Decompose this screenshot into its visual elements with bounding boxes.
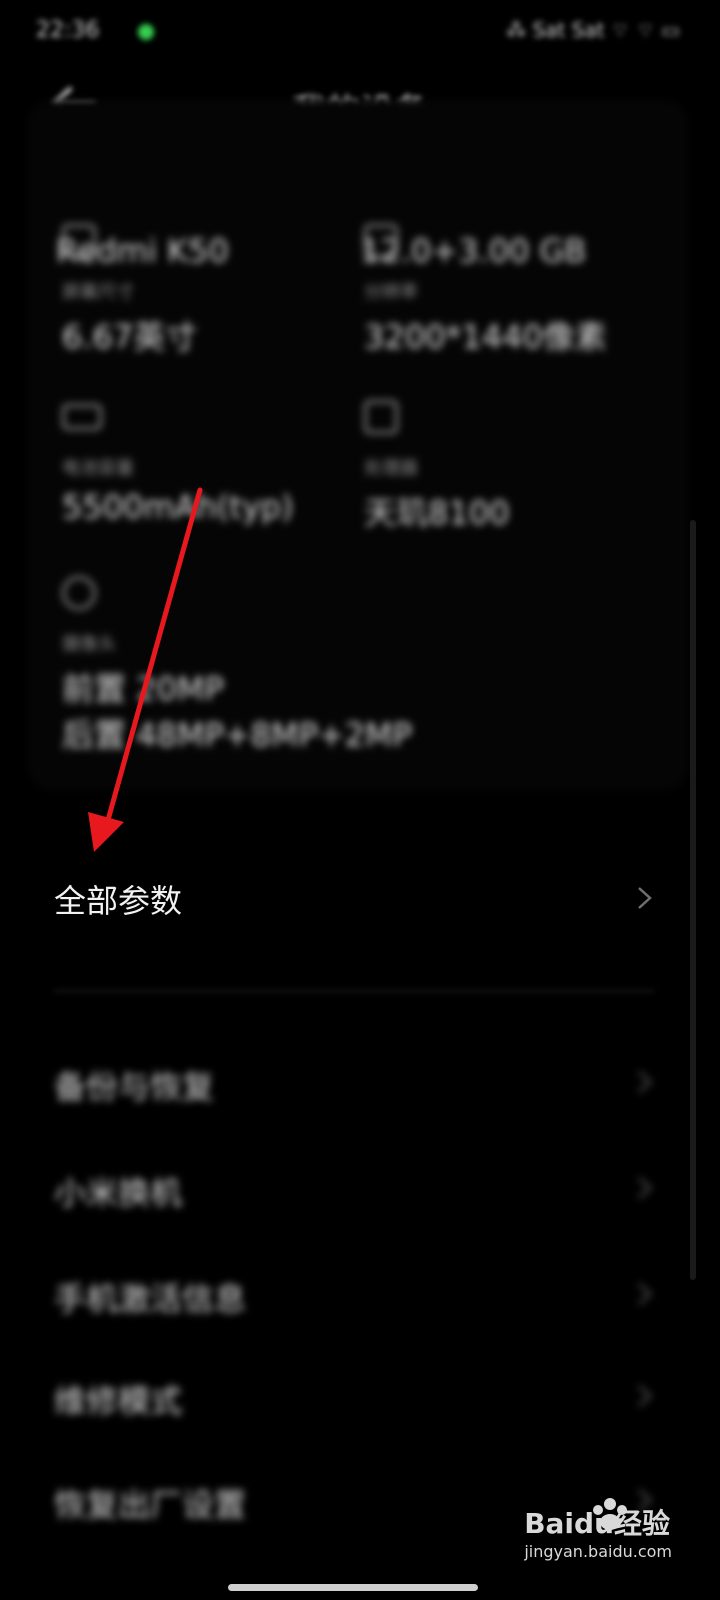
camera-front: 前置 20MP	[62, 670, 224, 708]
spec-value: 天玑8100	[364, 494, 510, 532]
watermark-url: jingyan.baidu.com	[524, 1542, 672, 1561]
chevron-right-icon	[638, 1283, 652, 1305]
chevron-right-icon	[638, 1385, 652, 1407]
menu-item-backup-restore[interactable]: 备份与恢复	[0, 1032, 720, 1132]
spec-label: 摄像头	[62, 634, 116, 655]
menu-item-label: 小米换机	[54, 1174, 183, 1212]
spec-label: 电池容量	[62, 458, 134, 479]
spec-value: 5500mAh(typ)	[62, 488, 294, 526]
scrollbar[interactable]	[690, 520, 696, 1280]
chevron-right-icon	[638, 887, 652, 909]
spec-value: 3200*1440像素	[364, 318, 607, 356]
watermark-brand: Baidu经验	[524, 1507, 670, 1540]
spec-label: 屏幕尺寸	[62, 282, 134, 303]
home-indicator[interactable]	[228, 1584, 478, 1591]
device-info-card: Redmi K50 12.0+3.00 GB 屏幕尺寸 6.67英寸 分辨率 3…	[28, 100, 688, 790]
menu-item-activation-info[interactable]: 手机激活信息	[0, 1244, 720, 1344]
spec-value: 6.67英寸	[62, 318, 198, 356]
menu-item-mi-mover[interactable]: 小米换机	[0, 1138, 720, 1238]
battery-icon	[62, 404, 102, 430]
spec-resolution: 分辨率 3200*1440像素	[364, 224, 607, 356]
status-icons: ⁂ Sat Sat ⌔ ⌔ ▭	[506, 18, 680, 42]
screen-size-icon	[62, 224, 96, 258]
status-time: 22:36	[36, 18, 100, 43]
menu-item-label: 手机激活信息	[54, 1280, 247, 1318]
camera-icon	[62, 576, 96, 610]
menu-item-label: 恢复出厂设置	[54, 1486, 247, 1524]
menu-item-label: 维修模式	[54, 1382, 183, 1420]
spec-battery: 电池容量 5500mAh(typ)	[62, 400, 294, 526]
spec-label: 处理器	[364, 458, 418, 479]
spec-camera: 摄像头 前置 20MP 后置 48MP+8MP+2MP	[62, 576, 412, 754]
all-params-label: 全部参数	[54, 882, 183, 920]
resolution-icon	[364, 224, 398, 258]
spec-label: 分辨率	[364, 282, 418, 303]
chevron-right-icon	[638, 1177, 652, 1199]
menu-item-repair-mode[interactable]: 维修模式	[0, 1346, 720, 1446]
camera-rear: 后置 48MP+8MP+2MP	[62, 716, 412, 754]
chevron-right-icon	[638, 1071, 652, 1093]
status-bar: 22:36 ⁂ Sat Sat ⌔ ⌔ ▭	[0, 0, 720, 64]
menu-item-label: 备份与恢复	[54, 1068, 215, 1106]
spec-screen-size: 屏幕尺寸 6.67英寸	[62, 224, 197, 356]
status-dot-icon	[138, 24, 154, 40]
spec-processor: 处理器 天玑8100	[364, 400, 509, 532]
processor-icon	[364, 400, 398, 434]
all-params-row[interactable]: 全部参数	[0, 852, 720, 942]
divider	[54, 990, 654, 992]
